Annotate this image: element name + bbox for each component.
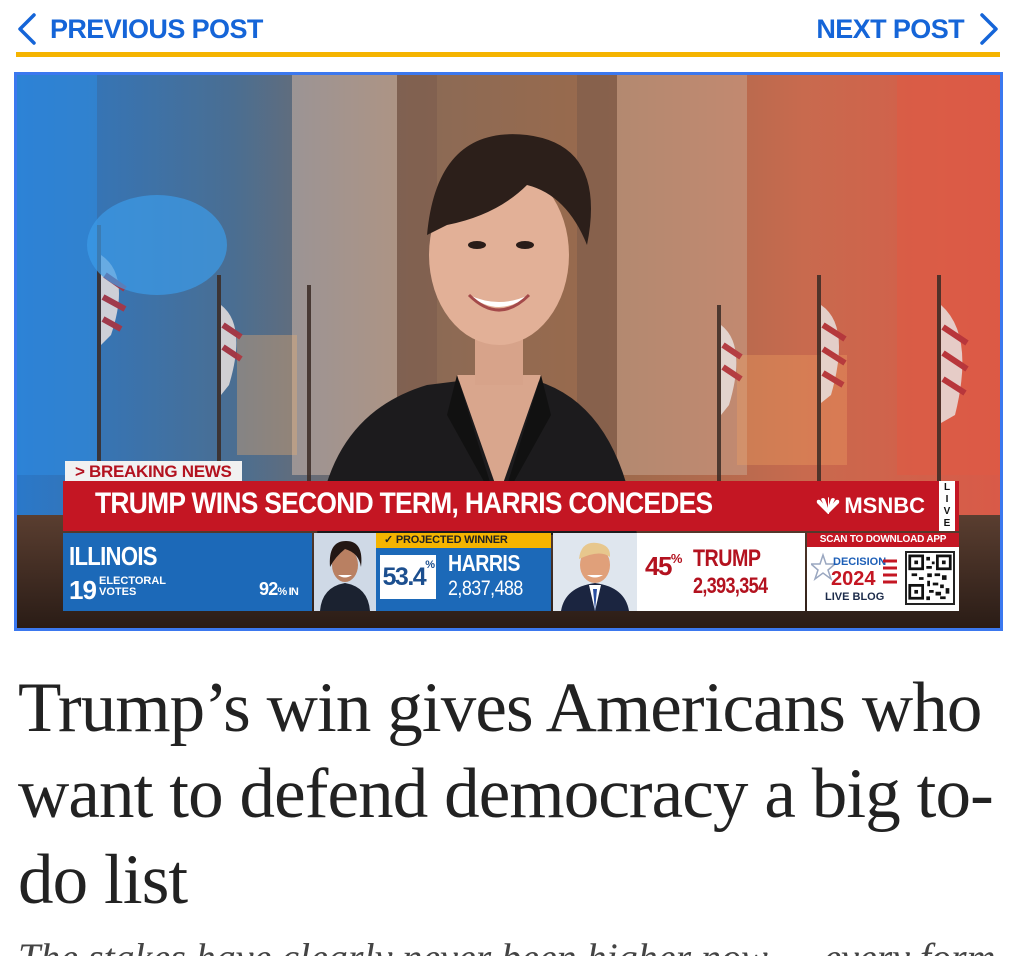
previous-post-label: PREVIOUS POST <box>50 13 263 44</box>
network-name: MSNBC <box>844 493 925 518</box>
app-promo-box: SCAN TO DOWNLOAD APP DECISION 2024 LIVE … <box>807 533 959 611</box>
post-navigation: PREVIOUS POST NEXT POST <box>16 0 1000 58</box>
trump-vote-share: 45% <box>645 551 683 582</box>
peacock-icon <box>817 497 840 514</box>
percent-in-value: 92 <box>259 579 278 599</box>
next-post-link[interactable]: NEXT POST <box>816 12 1000 46</box>
live-letter: V <box>943 506 951 517</box>
trump-photo <box>553 533 637 611</box>
nav-divider <box>16 52 1000 57</box>
scan-app-label: SCAN TO DOWNLOAD APP <box>807 533 959 547</box>
chevron-left-icon <box>18 13 36 45</box>
chyron-headline-bar: TRUMP WINS SECOND TERM, HARRIS CONCEDES … <box>63 481 959 531</box>
live-letter: I <box>945 494 949 505</box>
article-title: Trump’s win gives Americans who want to … <box>18 669 994 919</box>
candidate-portrait <box>561 542 629 611</box>
percent-reporting: 92% IN <box>259 579 299 600</box>
trump-name: TRUMP <box>693 545 761 572</box>
harris-vote-share: 53.4% <box>380 555 436 599</box>
state-result-box: ILLINOIS 19 ELECTORAL VOTES 92% IN <box>63 533 312 611</box>
previous-post-link[interactable]: PREVIOUS POST <box>16 12 263 46</box>
decision-year: 2024 <box>831 568 876 590</box>
hero-image[interactable]: > BREAKING NEWS TRUMP WINS SECOND TERM, … <box>14 72 1003 631</box>
trump-share-unit: % <box>670 551 683 566</box>
electoral-votes-label: ELECTORAL VOTES <box>99 575 166 598</box>
candidate-portrait <box>320 541 370 611</box>
breaking-news-tab: > BREAKING NEWS <box>65 461 242 483</box>
electoral-votes-count: 19 <box>69 575 97 605</box>
harris-share-value: 53.4 <box>382 563 427 591</box>
harris-photo <box>314 533 376 611</box>
election-results-bar: ILLINOIS 19 ELECTORAL VOTES 92% IN ✓ PRO… <box>63 533 959 611</box>
qr-code-icon <box>905 551 955 605</box>
live-letter: E <box>943 518 951 529</box>
trump-votes: 2,393,354 <box>693 573 768 598</box>
live-letter: L <box>943 482 951 493</box>
decision-2024-logo: DECISION 2024 <box>811 552 897 590</box>
harris-votes: 2,837,488 <box>448 577 523 600</box>
chevron-right-icon <box>980 13 998 45</box>
chyron-headline: TRUMP WINS SECOND TERM, HARRIS CONCEDES <box>95 487 713 520</box>
decision-label: DECISION <box>833 556 886 568</box>
article-dek: The stakes have clearly never been highe… <box>18 936 1008 956</box>
projected-winner-text: PROJECTED WINNER <box>395 534 508 546</box>
network-logo: MSNBC <box>815 493 925 519</box>
next-post-label: NEXT POST <box>816 13 964 44</box>
harris-result-box: ✓ PROJECTED WINNER 53.4% HARRIS 2,837,48… <box>376 533 551 611</box>
trump-share-value: 45 <box>645 551 672 581</box>
harris-share-unit: % <box>425 559 435 571</box>
projected-winner-label: ✓ PROJECTED WINNER <box>376 533 551 548</box>
state-name: ILLINOIS <box>69 541 158 571</box>
percent-in-label: % IN <box>277 586 299 598</box>
live-blog-label: LIVE BLOG <box>825 591 885 603</box>
live-badge: L I V E <box>939 481 955 531</box>
harris-name: HARRIS <box>448 550 520 576</box>
trump-result-box: 45% TRUMP 2,393,354 <box>637 533 805 611</box>
